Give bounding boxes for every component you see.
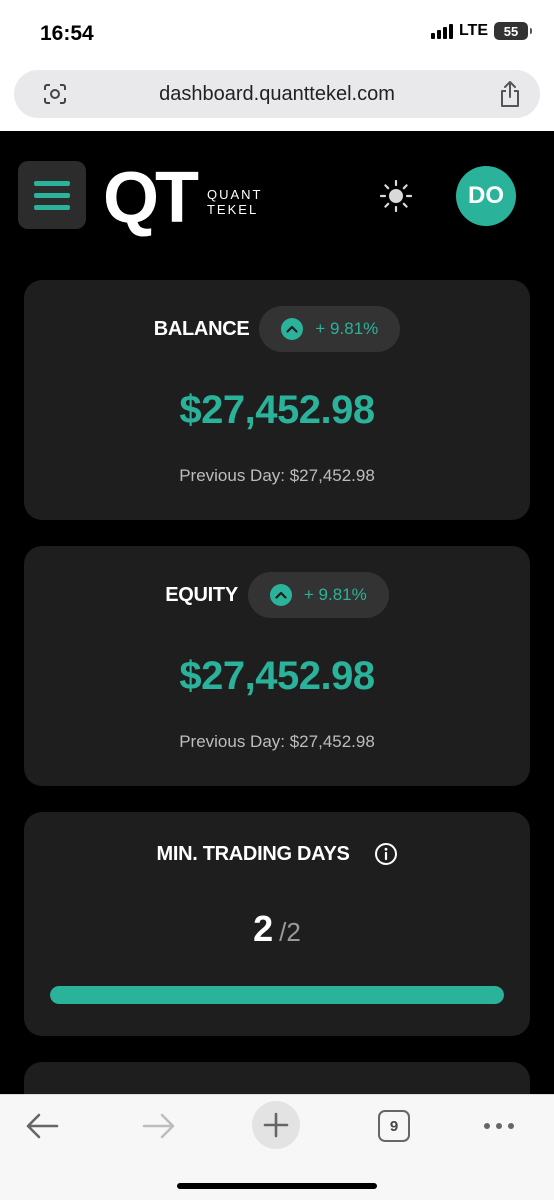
trading-days-value: 2/2	[24, 908, 530, 950]
trading-days-total: /2	[279, 917, 301, 947]
chevron-up-icon	[281, 318, 304, 340]
hamburger-icon-bar	[34, 204, 70, 210]
user-avatar[interactable]: DO	[456, 166, 516, 226]
chevron-up-icon	[269, 584, 292, 606]
balance-card: BALANCE + 9.81% $27,452.98 Previous Day:…	[24, 280, 530, 520]
theme-toggle-sun-icon[interactable]	[380, 180, 412, 212]
balance-title: BALANCE	[153, 317, 250, 340]
back-arrow-icon[interactable]	[24, 1111, 60, 1141]
logo-mark: QT	[103, 158, 199, 238]
tabs-button[interactable]: 9	[378, 1110, 410, 1142]
trading-days-progress-bar	[50, 986, 504, 1004]
new-tab-button[interactable]	[252, 1101, 300, 1149]
equity-change-badge: + 9.81%	[247, 572, 389, 618]
browser-top-chrome: 16:54 LTE 55 dashboard.quanttekel.com	[0, 0, 554, 131]
browser-bottom-toolbar: 9	[0, 1094, 554, 1200]
logo-line-2: TEKEL	[206, 202, 259, 217]
logo-wordmark: QUANT TEKEL	[207, 187, 263, 217]
min-trading-days-card: MIN. TRADING DAYS 2/2	[24, 812, 530, 1036]
battery-icon: 55	[494, 22, 532, 40]
trading-days-title: MIN. TRADING DAYS	[156, 842, 350, 865]
balance-previous-day: Previous Day: $27,452.98	[179, 466, 375, 485]
signal-icon	[430, 23, 453, 39]
status-time: 16:54	[40, 22, 94, 45]
forward-arrow-icon[interactable]	[141, 1111, 177, 1141]
logo-line-1: QUANT	[206, 187, 263, 202]
equity-change-value: + 9.81%	[303, 585, 367, 604]
trading-days-current: 2	[253, 908, 274, 949]
hamburger-icon-bar	[34, 180, 70, 186]
balance-change-value: + 9.81%	[315, 319, 379, 338]
url-text[interactable]: dashboard.quanttekel.com	[14, 83, 540, 106]
equity-amount: $27,452.98	[179, 654, 375, 698]
trading-days-header: MIN. TRADING DAYS	[24, 842, 530, 866]
status-indicators: LTE 55	[430, 22, 532, 40]
more-icon[interactable]	[484, 1123, 514, 1129]
menu-button[interactable]	[18, 161, 86, 229]
balance-change-badge: + 9.81%	[259, 306, 401, 352]
balance-amount: $27,452.98	[179, 388, 375, 432]
share-icon[interactable]	[498, 80, 522, 108]
equity-previous-day: Previous Day: $27,452.98	[179, 732, 375, 751]
balance-header: BALANCE + 9.81%	[24, 306, 530, 352]
trading-days-progress-fill	[50, 986, 504, 1004]
plus-icon	[263, 1112, 289, 1138]
equity-header: EQUITY + 9.81%	[24, 572, 530, 618]
brand-logo[interactable]: QT QUANT TEKEL	[103, 160, 262, 236]
info-icon[interactable]	[374, 842, 398, 866]
equity-card: EQUITY + 9.81% $27,452.98 Previous Day: …	[24, 546, 530, 786]
network-label: LTE	[458, 22, 488, 39]
hamburger-icon-bar	[34, 192, 70, 198]
equity-title: EQUITY	[165, 583, 238, 606]
address-bar[interactable]: dashboard.quanttekel.com	[14, 70, 540, 118]
home-indicator	[177, 1183, 377, 1189]
